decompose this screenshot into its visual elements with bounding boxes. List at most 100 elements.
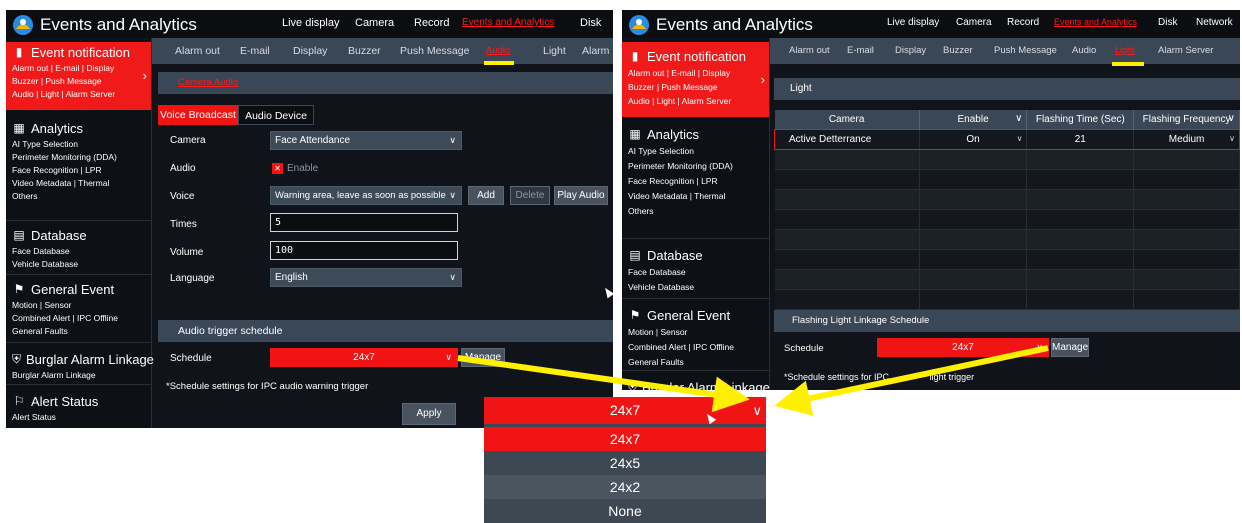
times-input[interactable]: 5 (270, 213, 458, 232)
nav-live-display[interactable]: Live display (887, 17, 939, 28)
tab-alarm-server[interactable]: Alarm Server (1158, 45, 1213, 56)
tab-alarm-out[interactable]: Alarm out (175, 45, 220, 57)
play-audio-button[interactable]: Play Audio (554, 186, 608, 205)
sidebar-database[interactable]: ▤ Database Face Database Vehicle Database (622, 238, 769, 295)
nav-record[interactable]: Record (414, 17, 449, 29)
subtab-voice-broadcast[interactable]: Voice Broadcast (158, 105, 238, 125)
sidebar-link[interactable]: Audio | Light | Alarm Server (622, 94, 769, 108)
schedule-select[interactable]: 24x7 ∨ (877, 338, 1049, 357)
sidebar-link[interactable]: Burglar Alarm Linkage (6, 369, 151, 382)
sidebar-link[interactable]: Combined Alert | IPC Offline (6, 312, 151, 325)
nav-events-analytics[interactable]: Events and Analytics (1054, 17, 1137, 27)
apply-button[interactable]: Apply (402, 403, 456, 425)
tab-push-message[interactable]: Push Message (994, 45, 1057, 56)
sidebar-link[interactable]: Video Metadata | Thermal (6, 177, 151, 190)
sidebar-event-notification[interactable]: ▮ Event notification Alarm out | E-mail |… (6, 42, 151, 110)
sidebar-link[interactable]: Buzzer | Push Message (6, 75, 151, 88)
sidebar-link[interactable]: Vehicle Database (622, 280, 769, 295)
sidebar-link[interactable]: Combined Alert | IPC Offline (622, 340, 769, 355)
nav-camera[interactable]: Camera (355, 17, 394, 29)
nav-record[interactable]: Record (1007, 17, 1039, 28)
col-enable[interactable]: Enable ∨ (919, 110, 1028, 129)
dropdown-option-none[interactable]: None (484, 499, 766, 523)
schedule-select[interactable]: 24x7 ∨ (270, 348, 458, 367)
sidebar-title: Database (31, 227, 87, 243)
sidebar-link[interactable]: Perimeter Monitoring (DDA) (622, 159, 769, 174)
nav-disk[interactable]: Disk (580, 17, 601, 29)
col-flashing-frequency[interactable]: Flashing Frequency ∨ (1133, 110, 1240, 129)
tab-display[interactable]: Display (293, 45, 327, 57)
sidebar-link[interactable]: Others (622, 204, 769, 219)
tab-audio[interactable]: Audio (486, 45, 510, 56)
subtab-audio-device[interactable]: Audio Device (238, 105, 314, 125)
sidebar-link[interactable]: Face Database (6, 245, 151, 258)
tab-highlight-marker (484, 61, 514, 65)
sidebar-burglar-alarm[interactable]: ⛨Burglar Alarm Linkage Burglar Alarm Lin… (6, 342, 154, 382)
sidebar-link[interactable]: Face Recognition | LPR (622, 174, 769, 189)
dropdown-option-24x5[interactable]: 24x5 (484, 451, 766, 475)
sidebar-database[interactable]: ▤ Database Face Database Vehicle Database (6, 220, 151, 271)
tab-display[interactable]: Display (895, 45, 926, 56)
sidebar-general-event[interactable]: ⚑ General Event Motion | Sensor Combined … (622, 298, 769, 370)
add-button[interactable]: Add (468, 186, 504, 205)
nav-network[interactable]: Network (1196, 17, 1233, 28)
audio-enable-checkbox[interactable]: ✕ (272, 163, 283, 174)
sidebar-link[interactable]: Alarm out | E-mail | Display (6, 62, 151, 75)
dropdown-selected[interactable]: 24x7 ∨ (484, 397, 766, 424)
cell-enable[interactable]: On ∨ (919, 128, 1028, 150)
manage-button[interactable]: Manage (1051, 338, 1089, 357)
language-select[interactable]: English ∨ (270, 268, 462, 287)
table-row[interactable]: Active Detterrance On ∨ 21 Medium ∨ (774, 128, 1240, 150)
sidebar-alert-status[interactable]: ⚐ Alert Status Alert Status (6, 384, 151, 424)
sidebar-link[interactable]: General Faults (622, 355, 769, 370)
nav-disk[interactable]: Disk (1158, 17, 1177, 28)
manage-button[interactable]: Manage (461, 348, 505, 367)
tab-light[interactable]: Light (1115, 45, 1135, 55)
sidebar-analytics[interactable]: ▦ Analytics AI Type Selection Perimeter M… (622, 124, 769, 219)
times-label: Times (170, 219, 197, 230)
tab-audio[interactable]: Audio (1072, 45, 1096, 56)
sidebar-link[interactable]: Face Database (622, 265, 769, 280)
sidebar-link[interactable]: Others (6, 190, 151, 203)
tab-alarm-out[interactable]: Alarm out (789, 45, 830, 56)
volume-input[interactable]: 100 (270, 241, 458, 260)
sidebar-link[interactable]: Motion | Sensor (622, 325, 769, 340)
tab-buzzer[interactable]: Buzzer (348, 45, 381, 57)
sidebar-link[interactable]: Audio | Light | Alarm Server (6, 88, 151, 101)
schedule-dropdown[interactable]: 24x7 ∨ 24x7 24x5 24x2 None (484, 397, 766, 523)
cell-flashing-time[interactable]: 21 (1026, 128, 1135, 150)
tab-alarm-server[interactable]: Alarm S (582, 45, 613, 57)
sidebar-link[interactable]: Buzzer | Push Message (622, 80, 769, 94)
sidebar-analytics[interactable]: ▦ Analytics AI Type Selection Perimeter M… (6, 118, 151, 203)
sidebar-event-notification[interactable]: ▮ Event notification Alarm out | E-mail |… (622, 42, 769, 117)
dropdown-option-24x7[interactable]: 24x7 (484, 427, 766, 451)
tab-email[interactable]: E-mail (847, 45, 874, 56)
nav-events-analytics[interactable]: Events and Analytics (462, 17, 554, 28)
sidebar-link[interactable]: Motion | Sensor (6, 299, 151, 312)
tab-buzzer[interactable]: Buzzer (943, 45, 973, 56)
tab-push-message[interactable]: Push Message (400, 45, 469, 57)
sidebar: ▮ Event notification Alarm out | E-mail |… (6, 38, 154, 428)
light-table: Camera Enable ∨ Flashing Time (Sec) Flash… (774, 110, 1240, 310)
sidebar-link[interactable]: Vehicle Database (6, 258, 151, 271)
voice-select[interactable]: Warning area, leave as soon as possible ∨ (270, 186, 462, 205)
tab-email[interactable]: E-mail (240, 45, 270, 57)
delete-button[interactable]: Delete (510, 186, 550, 205)
schedule-note: *Schedule settings for IPC light trigger (784, 372, 974, 382)
sidebar-link[interactable]: General Faults (6, 325, 151, 338)
camera-select[interactable]: Face Attendance ∨ (270, 131, 462, 150)
sidebar-link[interactable]: Face Recognition | LPR (6, 164, 151, 177)
sidebar-link[interactable]: Perimeter Monitoring (DDA) (6, 151, 151, 164)
dropdown-option-24x2[interactable]: 24x2 (484, 475, 766, 499)
cell-flashing-frequency[interactable]: Medium ∨ (1133, 128, 1240, 150)
sidebar-link[interactable]: Video Metadata | Thermal (622, 189, 769, 204)
sidebar-general-event[interactable]: ⚑ General Event Motion | Sensor Combined … (6, 274, 151, 338)
sidebar-link[interactable]: Alarm out | E-mail | Display (622, 66, 769, 80)
nav-live-display[interactable]: Live display (282, 17, 339, 29)
tab-light[interactable]: Light (543, 45, 566, 57)
sidebar-link[interactable]: AI Type Selection (6, 138, 151, 151)
sidebar-link[interactable]: AI Type Selection (622, 144, 769, 159)
sidebar-link[interactable]: Alert Status (6, 411, 151, 424)
sidebar-burglar-alarm[interactable]: ⛨Burglar Alarm Linkage Burglar Alarm Lin… (622, 370, 770, 390)
nav-camera[interactable]: Camera (956, 17, 992, 28)
